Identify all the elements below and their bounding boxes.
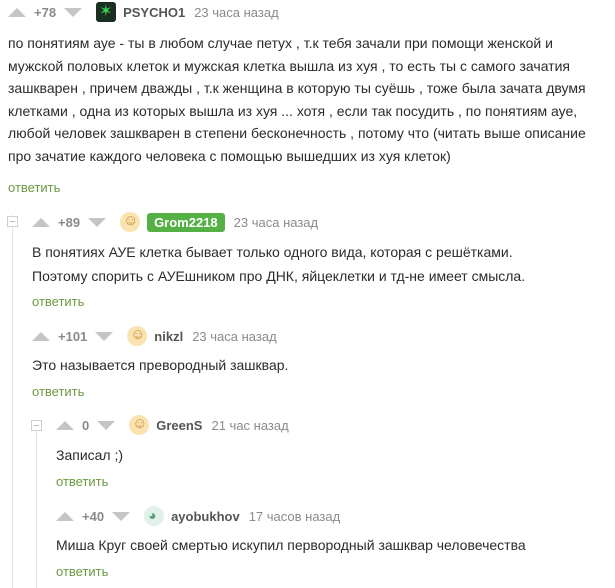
- reply-link[interactable]: ответить: [8, 180, 60, 195]
- comment-author[interactable]: GreenS: [156, 418, 202, 433]
- comment-header: +78 PSYCHO1 23 часа назад: [8, 1, 279, 23]
- comment-header: +89 Grom2218 23 часа назад: [32, 211, 318, 233]
- comment-score: +78: [34, 4, 57, 20]
- avatar[interactable]: [96, 1, 117, 22]
- upvote-icon[interactable]: [32, 331, 50, 341]
- downvote-icon[interactable]: [112, 511, 131, 521]
- avatar[interactable]: [144, 506, 165, 526]
- thread-line: [36, 422, 37, 588]
- reply-link[interactable]: ответить: [32, 294, 84, 309]
- comment-author[interactable]: nikzl: [154, 329, 183, 344]
- comment-text: Это называется превородный зашквар.: [32, 357, 289, 373]
- downvote-icon[interactable]: [95, 331, 114, 341]
- comment-author[interactable]: Grom2218: [147, 212, 225, 232]
- comment-author[interactable]: ayobukhov: [171, 509, 240, 524]
- upvote-icon[interactable]: [56, 511, 74, 521]
- reply-link[interactable]: ответить: [56, 564, 108, 579]
- comment-time[interactable]: 17 часов назад: [249, 509, 341, 524]
- comment-time[interactable]: 21 час назад: [211, 418, 288, 433]
- downvote-icon[interactable]: [97, 420, 116, 430]
- thread-line: [12, 215, 13, 588]
- comment-header: +101 nikzl 23 часа назад: [32, 325, 277, 347]
- downvote-icon[interactable]: [88, 217, 107, 227]
- comment-score: +40: [82, 508, 105, 524]
- avatar[interactable]: [120, 212, 141, 232]
- downvote-icon[interactable]: [64, 7, 83, 17]
- avatar[interactable]: [127, 326, 148, 346]
- comment-header: 0 GreenS 21 час назад: [56, 414, 289, 436]
- comment-text: Миша Круг своей смертью искупил первород…: [56, 537, 526, 553]
- comment-time[interactable]: 23 часа назад: [194, 5, 278, 20]
- comment-text: Записал ;): [56, 447, 124, 463]
- collapse-toggle[interactable]: [7, 216, 18, 227]
- comment-score: +101: [58, 328, 88, 344]
- comment-text: В понятиях АУЕ клетка бывает только одно…: [32, 244, 526, 284]
- collapse-toggle[interactable]: [31, 420, 42, 431]
- comment-time[interactable]: 23 часа назад: [234, 215, 318, 230]
- comment-score: +89: [58, 214, 81, 230]
- reply-link[interactable]: ответить: [32, 384, 84, 399]
- upvote-icon[interactable]: [56, 420, 74, 430]
- upvote-icon[interactable]: [8, 7, 26, 17]
- comment-score: 0: [82, 417, 90, 433]
- upvote-icon[interactable]: [32, 217, 50, 227]
- comment-header: +40 ayobukhov 17 часов назад: [56, 505, 340, 527]
- avatar[interactable]: [129, 415, 150, 435]
- comment-time[interactable]: 23 часа назад: [192, 329, 276, 344]
- comment-author[interactable]: PSYCHO1: [123, 5, 185, 20]
- reply-link[interactable]: ответить: [56, 474, 108, 489]
- comment-text: по понятиям ауе - ты в любом случае пету…: [8, 35, 586, 164]
